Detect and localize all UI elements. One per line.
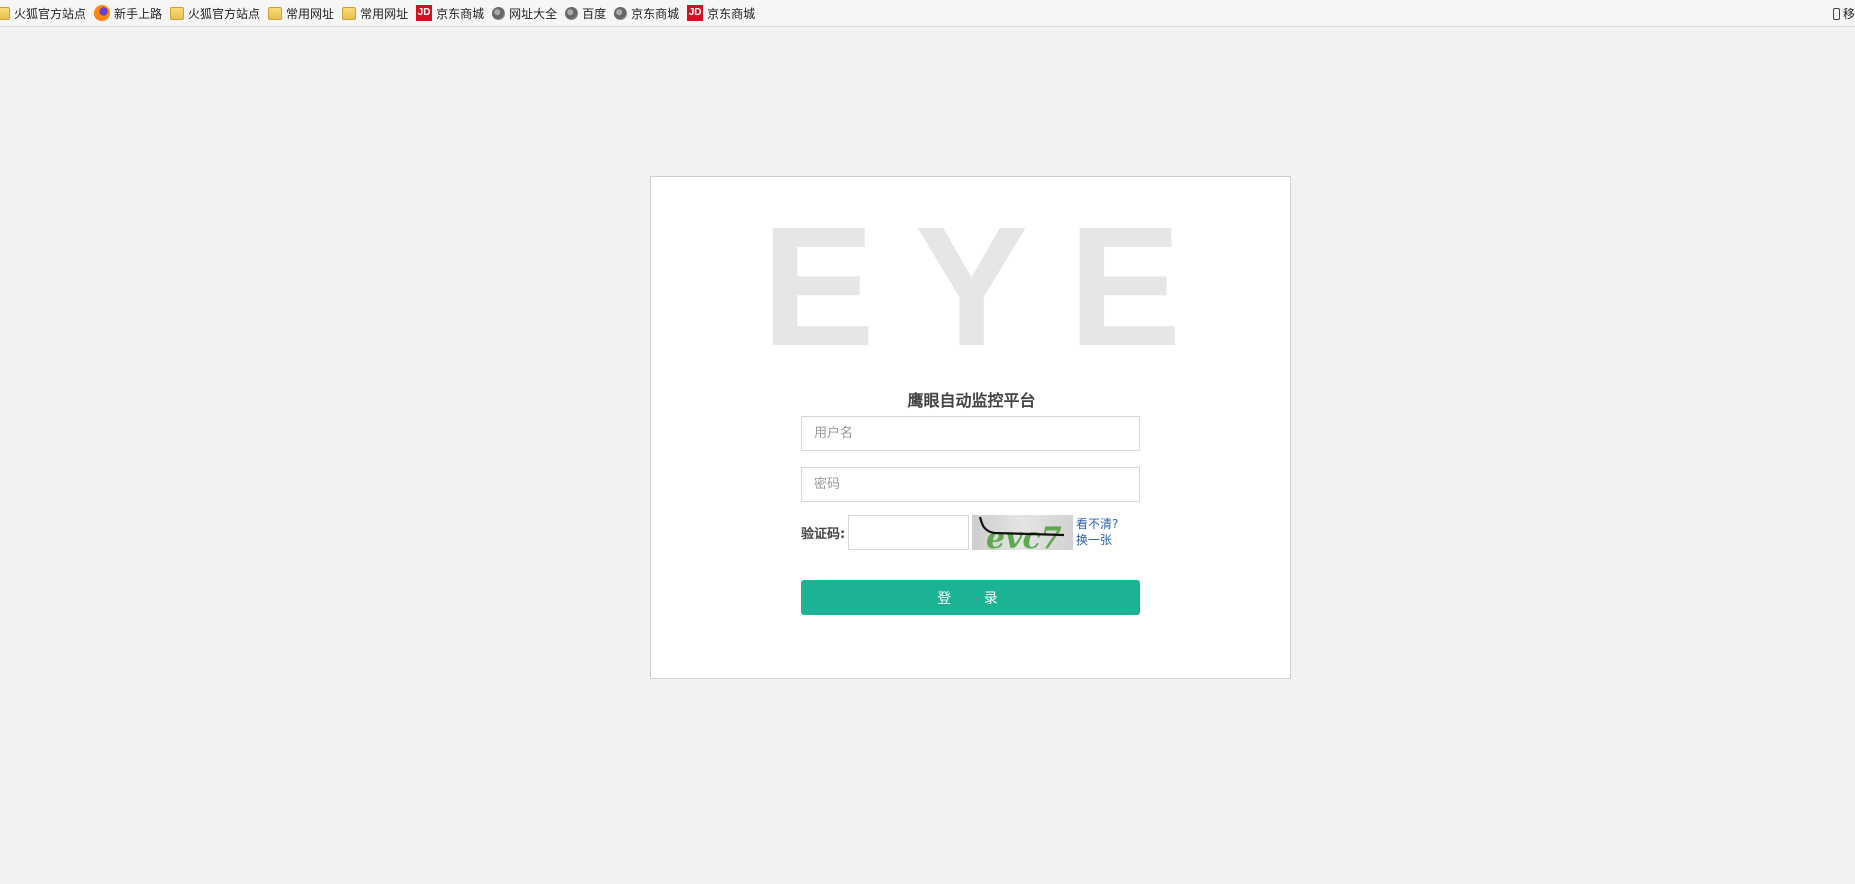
firefox-icon bbox=[94, 5, 111, 21]
jd-icon: JD bbox=[687, 5, 704, 21]
login-title: 鹰眼自动监控平台 bbox=[907, 391, 1036, 410]
bookmark-item[interactable]: 网址大全 bbox=[490, 3, 561, 23]
bookmark-label: 常用网址 bbox=[360, 6, 409, 21]
folder-icon bbox=[0, 6, 10, 20]
bookmark-item[interactable]: 常用网址 bbox=[340, 3, 412, 23]
bookmarks-toolbar: 火狐官方站点 新手上路 火狐官方站点 常用网址 常用网址 JD 京东商城 网址大… bbox=[0, 0, 1855, 27]
eye-logo: EYE bbox=[761, 192, 1222, 382]
bookmark-item[interactable]: 新手上路 bbox=[92, 3, 166, 23]
folder-icon bbox=[170, 6, 185, 20]
mobile-icon bbox=[1832, 7, 1840, 20]
captcha-links: 看不清? 换一张 bbox=[1076, 516, 1118, 548]
bookmark-label: 新手上路 bbox=[114, 6, 163, 21]
mobile-bookmarks-button[interactable]: 移 bbox=[1832, 0, 1855, 26]
bookmark-item[interactable]: 火狐官方站点 bbox=[0, 3, 90, 23]
globe-icon bbox=[492, 6, 506, 20]
bookmark-item[interactable]: 京东商城 bbox=[612, 3, 683, 23]
captcha-unclear-link[interactable]: 看不清? bbox=[1076, 516, 1118, 532]
captcha-graphic: evc7 bbox=[978, 516, 1065, 550]
globe-icon bbox=[565, 6, 579, 20]
globe-icon bbox=[614, 6, 628, 20]
login-card: EYE 鹰眼自动监控平台 验证码: evc7 看不清? 换一张 登 录 bbox=[650, 176, 1291, 679]
bookmark-label: 百度 bbox=[582, 6, 607, 21]
bookmark-label: 常用网址 bbox=[286, 6, 335, 21]
bookmark-label: 火狐官方站点 bbox=[14, 6, 87, 21]
bookmark-label: 京东商城 bbox=[436, 6, 485, 21]
bookmark-item[interactable]: JD 京东商城 bbox=[414, 3, 488, 23]
username-input[interactable] bbox=[801, 416, 1140, 451]
captcha-refresh-link[interactable]: 换一张 bbox=[1076, 532, 1118, 548]
bookmark-label: 火狐官方站点 bbox=[188, 6, 261, 21]
jd-icon: JD bbox=[416, 5, 433, 21]
captcha-label: 验证码: bbox=[801, 527, 846, 542]
captcha-image[interactable]: evc7 bbox=[972, 515, 1073, 550]
login-button[interactable]: 登 录 bbox=[801, 580, 1140, 615]
bookmark-label: 京东商城 bbox=[631, 6, 680, 21]
bookmark-label: 京东商城 bbox=[707, 6, 756, 21]
folder-icon bbox=[268, 6, 283, 20]
bookmark-item[interactable]: 火狐官方站点 bbox=[168, 3, 264, 23]
captcha-input[interactable] bbox=[848, 515, 969, 550]
bookmark-label: 网址大全 bbox=[509, 6, 558, 21]
bookmark-item[interactable]: JD 京东商城 bbox=[685, 3, 759, 23]
folder-icon bbox=[342, 6, 357, 20]
bookmark-item[interactable]: 百度 bbox=[563, 3, 610, 23]
mobile-bookmarks-label: 移 bbox=[1842, 7, 1855, 21]
password-input[interactable] bbox=[801, 467, 1140, 502]
bookmark-item[interactable]: 常用网址 bbox=[266, 3, 338, 23]
